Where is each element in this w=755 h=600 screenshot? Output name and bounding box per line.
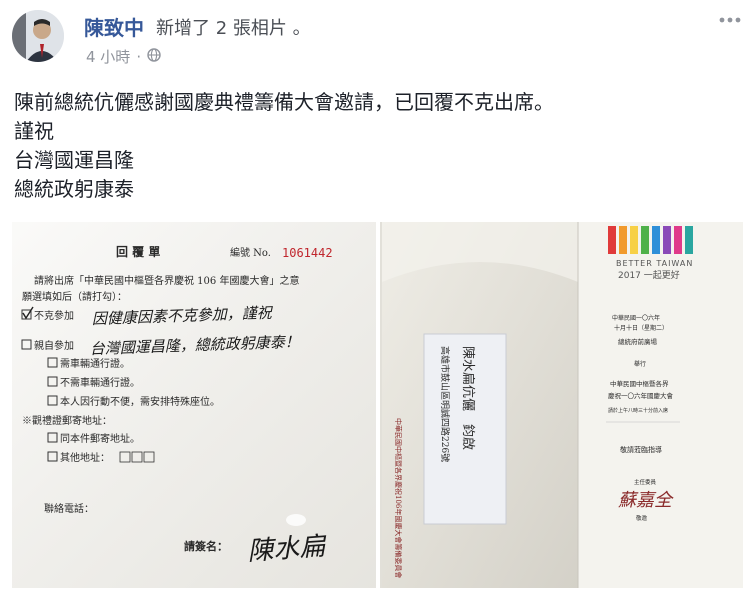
globe-icon[interactable] [147,47,161,66]
host-label: 舉行 [634,360,646,368]
signature-label: 請簽名： [184,539,228,553]
post-meta: 4 小時 · [86,46,161,67]
reply-card-title: 回 覆 單 [116,245,160,259]
ellipsis-icon[interactable] [715,10,745,28]
mail-option: 同本件郵寄地址。 [60,432,140,445]
event-day: 十月十日（星期二） [614,324,668,332]
sub-option: 需車輛通行證。 [60,357,130,370]
event-place: 總統府前廣場 [618,337,658,346]
post-action-text: 新增了 2 張相片 。 [156,18,311,39]
envelope-address: 高雄市鼓山區明誠四路226號 [439,346,451,462]
brand-name: BETTER TAIWAN [616,259,693,268]
intro-line-1: 請將出席「中華民國中樞暨各界慶祝 106 年國慶大會」之意 [34,274,299,287]
option-attend: 親自參加 [34,339,74,352]
sub-option: 本人因行動不便，需安排特殊座位。 [60,395,220,408]
post-text-line: 陳前總統伉儷感謝國慶典禮籌備大會邀請，已回覆不克出席。 [14,90,554,114]
envelope-side-text: 中華民國中樞暨各界慶祝106年國慶大會籌備委員會 [394,418,403,578]
post-text-line: 總統政躬康泰 [14,177,134,201]
photo-reply-card[interactable]: 回 覆 單 編號 No. 1061442 請將出席「中華民國中樞暨各界慶祝 10… [12,222,376,588]
organizer-label: 主任委員 [634,478,657,486]
organizer-tail: 敬邀 [636,514,648,522]
option-decline: 不克參加 [34,309,74,322]
post-text: 陳前總統伉儷感謝國慶典禮籌備大會邀請，已回覆不克出席。 謹祝 台灣國運昌隆 總統… [14,88,734,204]
meta-separator: · [136,47,142,66]
organizer-signature: 蘇嘉全 [618,490,674,511]
photo-invitation-envelope[interactable]: 高雄市鼓山區明誠四路226號 陳水扁伉儷 鈞啟 中華民國中樞暨各界慶祝106年國… [380,222,743,588]
post-text-line: 台灣國運昌隆 [14,148,134,172]
serial-number: 1061442 [282,246,333,260]
post-text-line: 謹祝 [14,119,54,143]
brand-subtitle: 2017 一起更好 [618,269,680,281]
author-name[interactable]: 陳致中 [84,12,144,41]
event-note: 請於上午八時三十分前入席 [608,407,668,414]
event-date: 中華民國一〇六年 [612,314,660,322]
serial-label: 編號 No. [230,246,271,259]
mail-label: ※觀禮證郵寄地址： [22,414,112,427]
post-timestamp[interactable]: 4 小時 [86,46,130,67]
event-name-1: 中華民國中樞暨各界 [610,379,669,388]
mail-option: 其他地址： [60,451,110,464]
intro-line-2: 願選填如后（請打勾）： [22,290,127,303]
envelope-recipient: 陳水扁伉儷 鈞啟 [460,346,476,450]
phone-label: 聯絡電話： [44,502,94,515]
facebook-post: 陳致中 新增了 2 張相片 。 4 小時 · 陳前總統伉儷感謝國慶典禮籌備大會邀… [0,0,755,600]
event-name-2: 慶祝一〇六年國慶大會 [608,391,674,400]
handwritten-signature: 陳水扁 [246,531,328,567]
author-avatar[interactable] [12,10,64,62]
closing-text: 敬請蒞臨指導 [620,445,662,454]
sub-option: 不需車輛通行證。 [60,376,140,389]
